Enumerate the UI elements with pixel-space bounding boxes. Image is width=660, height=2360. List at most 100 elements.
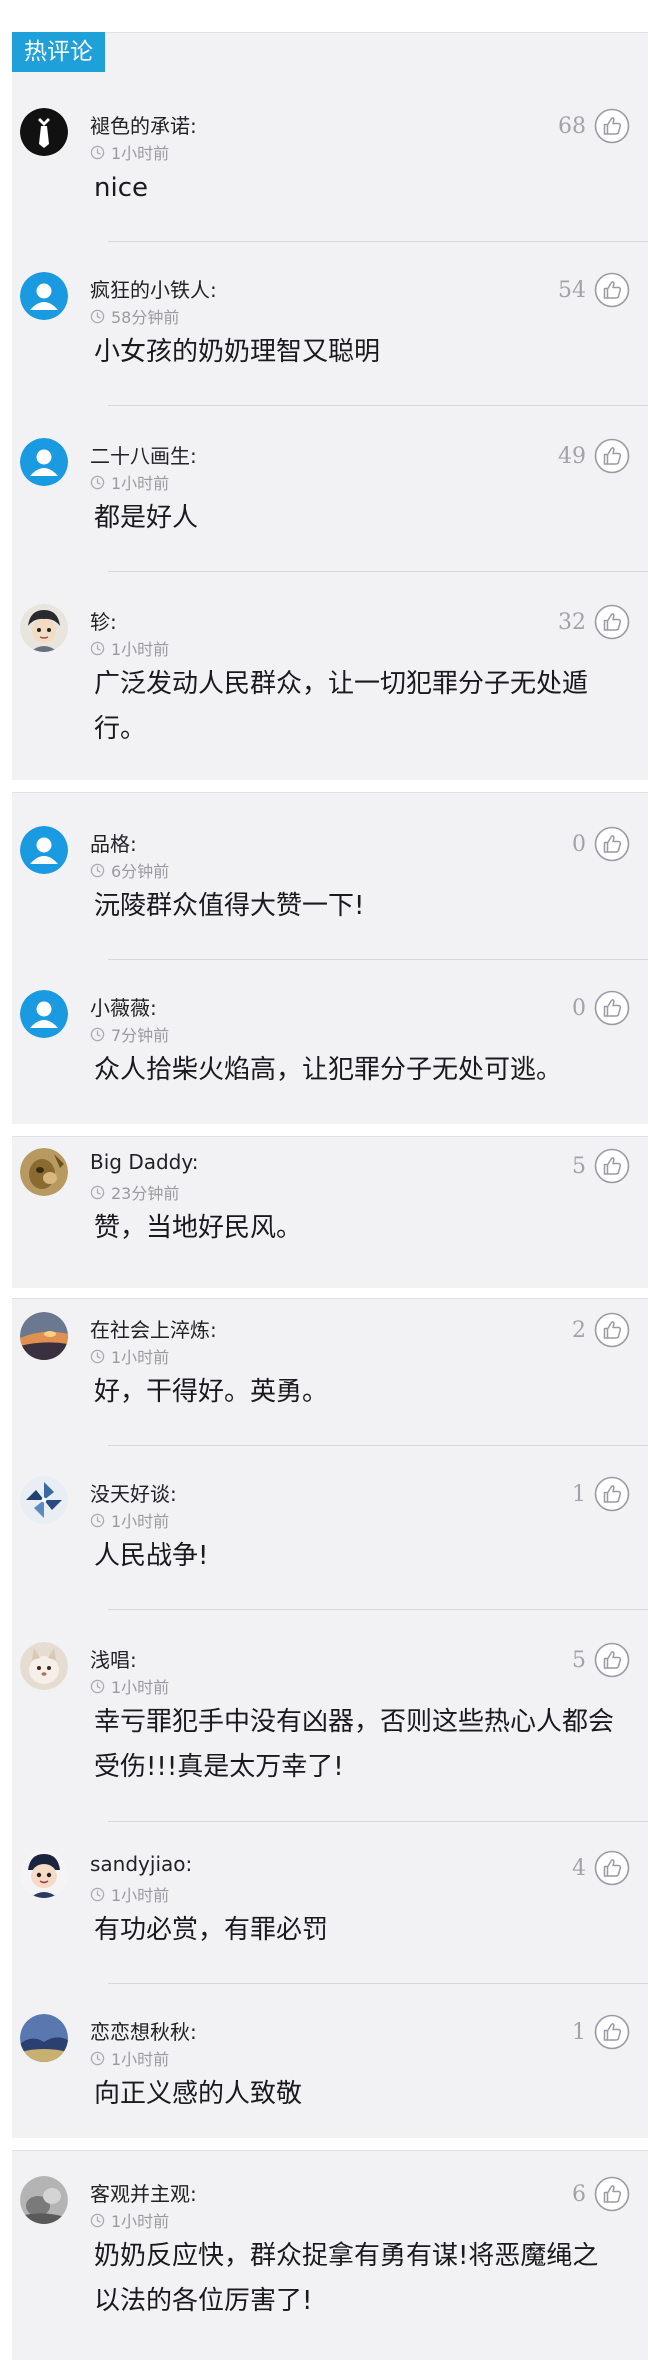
thumbs-up-icon[interactable]	[594, 438, 630, 474]
comment-item: 在社会上淬炼: 1小时前 2 好，干得好。英勇。	[12, 1312, 648, 1446]
clock-icon	[90, 863, 105, 878]
comment-text: 众人拾柴火焰高，让犯罪分子无处可逃。	[94, 1055, 563, 1085]
thumbs-up-icon[interactable]	[594, 2176, 630, 2212]
comment-item: 疯狂的小铁人: 58分钟前 54 小女孩的奶奶理智又聪明	[12, 272, 648, 406]
comment-username[interactable]: 恋恋想秋秋:	[90, 2016, 197, 2045]
comment-time: 6分钟前	[111, 862, 170, 881]
clock-icon	[90, 309, 105, 324]
page: 热评论 褪色的承诺: 1小时前 68 nice 疯狂的小铁人: 58分钟前 54…	[0, 0, 660, 2360]
comment-time: 1小时前	[111, 1348, 170, 1367]
comment-item: 轸: 1小时前 32 广泛发动人民群众，让一切犯罪分子无处遁行。	[12, 604, 648, 780]
thumbs-up-icon[interactable]	[594, 990, 630, 1026]
user-avatar[interactable]	[20, 1642, 68, 1690]
thumbs-up-icon[interactable]	[594, 108, 630, 144]
comment-divider	[108, 405, 648, 406]
comment-time: 1小时前	[111, 144, 170, 163]
thumbs-up-icon[interactable]	[594, 604, 630, 640]
comment-username[interactable]: 褪色的承诺:	[90, 110, 197, 139]
user-avatar[interactable]	[20, 2014, 68, 2062]
like-count: 4	[572, 1856, 586, 1881]
comment-time: 7分钟前	[111, 1026, 170, 1045]
clock-icon	[90, 475, 105, 490]
comment-text: 有功必赏，有罪必罚	[94, 1915, 329, 1945]
comment-username[interactable]: sandyjiao:	[90, 1852, 192, 1876]
like-count: 32	[558, 610, 586, 635]
comment-text: 赞，当地好民风。	[94, 1213, 303, 1243]
comment-username[interactable]: 疯狂的小铁人:	[90, 274, 217, 303]
comment-text: 奶奶反应快，群众捉拿有勇有谋!将恶魔绳之以法的各位厉害了!	[94, 2241, 599, 2316]
clock-icon	[90, 1513, 105, 1528]
comment-time: 58分钟前	[111, 308, 180, 327]
comment-username[interactable]: 二十八画生:	[90, 440, 197, 469]
like-count: 1	[572, 2020, 586, 2045]
user-avatar[interactable]	[20, 990, 68, 1038]
like-count: 2	[572, 1318, 586, 1343]
comment-text: 都是好人	[94, 503, 199, 533]
comment-text: 向正义感的人致敬	[94, 2079, 303, 2109]
comment-item: 二十八画生: 1小时前 49 都是好人	[12, 438, 648, 572]
comment-time: 1小时前	[111, 1886, 170, 1905]
comment-username[interactable]: 小薇薇:	[90, 992, 157, 1021]
comment-divider	[108, 241, 648, 242]
comment-time: 1小时前	[111, 640, 170, 659]
thumbs-up-icon[interactable]	[594, 1148, 630, 1184]
comment-username[interactable]: 没天好谈:	[90, 1478, 177, 1507]
comment-item: sandyjiao: 1小时前 4 有功必赏，有罪必罚	[12, 1850, 648, 1984]
comment-time: 1小时前	[111, 1678, 170, 1697]
user-avatar[interactable]	[20, 1850, 68, 1898]
comment-item: 客观并主观: 1小时前 6 奶奶反应快，群众捉拿有勇有谋!将恶魔绳之以法的各位厉…	[12, 2176, 648, 2360]
thumbs-up-icon[interactable]	[594, 272, 630, 308]
comment-time-row: 6分钟前	[90, 860, 170, 881]
comment-divider	[108, 1983, 648, 1984]
thumbs-up-icon[interactable]	[594, 2014, 630, 2050]
comment-divider	[108, 959, 648, 960]
comment-item: 小薇薇: 7分钟前 0 众人拾柴火焰高，让犯罪分子无处可逃。	[12, 990, 648, 1124]
like-count: 5	[572, 1648, 586, 1673]
comment-item: 品格: 6分钟前 0 沅陵群众值得大赞一下!	[12, 826, 648, 960]
comment-username[interactable]: 浅唱:	[90, 1644, 137, 1673]
comment-text: nice	[94, 173, 148, 203]
user-avatar[interactable]	[20, 604, 68, 652]
user-avatar[interactable]	[20, 2176, 68, 2224]
clock-icon	[90, 1027, 105, 1042]
hot-comments-tab[interactable]: 热评论	[12, 32, 105, 72]
thumbs-up-icon[interactable]	[594, 1476, 630, 1512]
thumbs-up-icon[interactable]	[594, 1850, 630, 1886]
comment-username[interactable]: 在社会上淬炼:	[90, 1314, 217, 1343]
comment-username[interactable]: 客观并主观:	[90, 2178, 197, 2207]
like-count: 6	[572, 2182, 586, 2207]
thumbs-up-icon[interactable]	[594, 1642, 630, 1678]
comment-time-row: 1小时前	[90, 638, 170, 659]
clock-icon	[90, 1679, 105, 1694]
comment-divider	[108, 1821, 648, 1822]
user-avatar[interactable]	[20, 1312, 68, 1360]
comment-username[interactable]: 轸:	[90, 606, 117, 635]
user-avatar[interactable]	[20, 826, 68, 874]
user-avatar[interactable]	[20, 1148, 68, 1196]
comment-username[interactable]: 品格:	[90, 828, 137, 857]
clock-icon	[90, 2051, 105, 2066]
comment-text: 好，干得好。英勇。	[94, 1377, 329, 1407]
clock-icon	[90, 1185, 105, 1200]
comment-divider	[108, 1445, 648, 1446]
comment-time-row: 1小时前	[90, 1676, 170, 1697]
user-avatar[interactable]	[20, 108, 68, 156]
clock-icon	[90, 145, 105, 160]
thumbs-up-icon[interactable]	[594, 826, 630, 862]
comment-time: 23分钟前	[111, 1184, 180, 1203]
comment-divider	[108, 571, 648, 572]
like-count: 68	[558, 114, 586, 139]
comment-time: 1小时前	[111, 2050, 170, 2069]
clock-icon	[90, 1349, 105, 1364]
comment-item: Big Daddy: 23分钟前 5 赞，当地好民风。	[12, 1148, 648, 1288]
thumbs-up-icon[interactable]	[594, 1312, 630, 1348]
user-avatar[interactable]	[20, 1476, 68, 1524]
comment-time-row: 1小时前	[90, 2210, 169, 2231]
comment-text: 广泛发动人民群众，让一切犯罪分子无处遁行。	[94, 669, 589, 744]
like-count: 0	[572, 996, 586, 1021]
comment-text: 人民战争!	[94, 1541, 209, 1571]
like-count: 49	[558, 444, 586, 469]
user-avatar[interactable]	[20, 272, 68, 320]
comment-username[interactable]: Big Daddy:	[90, 1150, 199, 1174]
user-avatar[interactable]	[20, 438, 68, 486]
